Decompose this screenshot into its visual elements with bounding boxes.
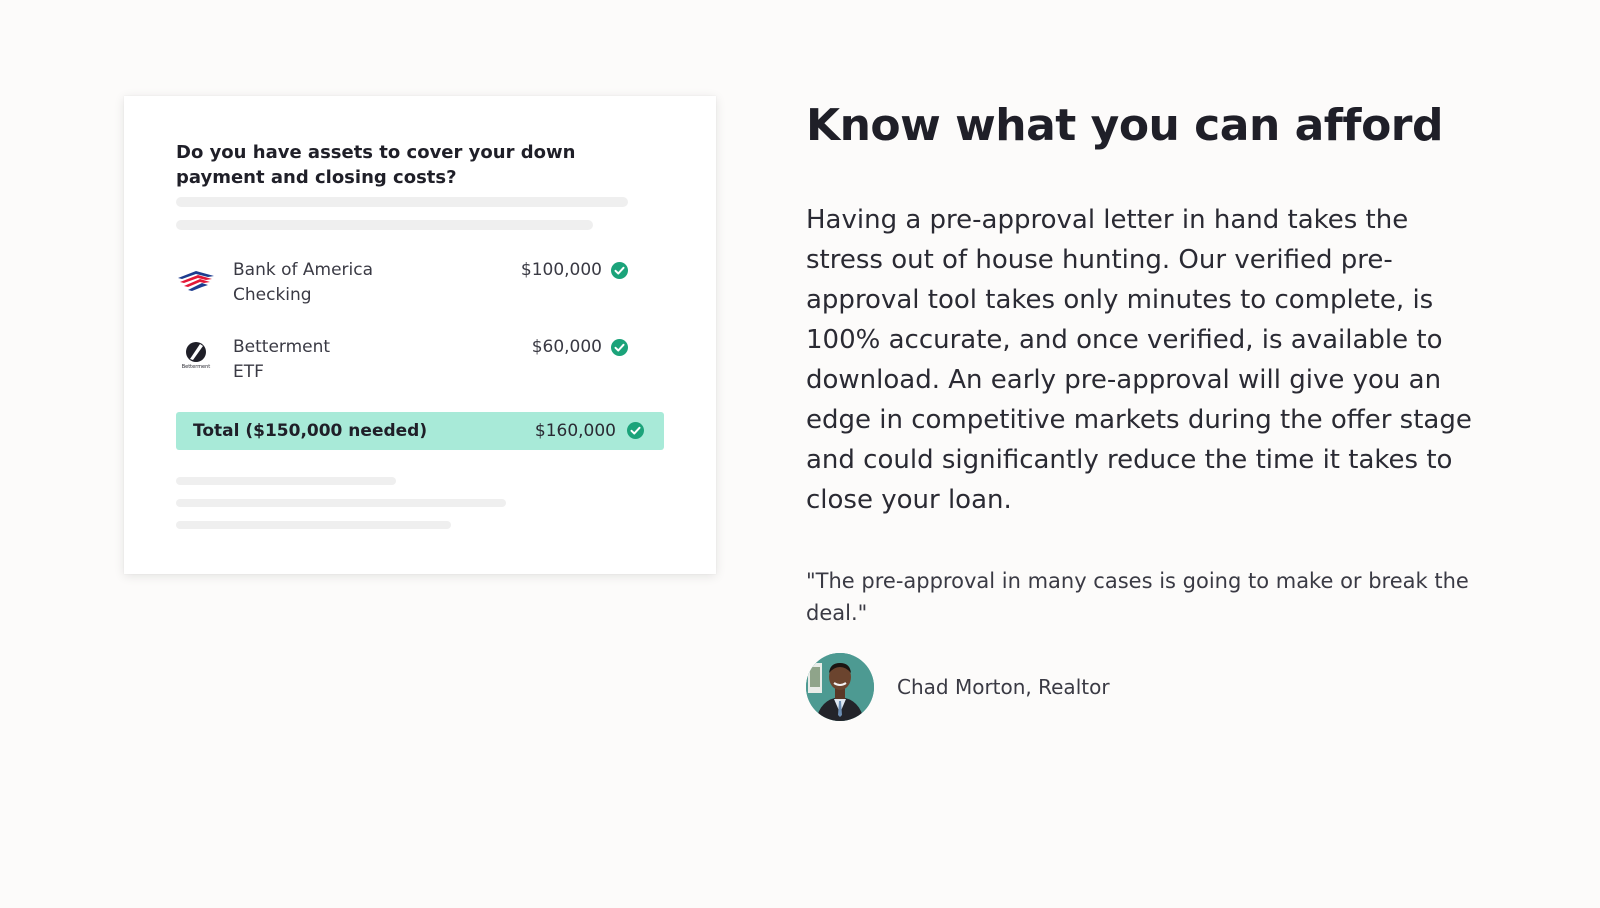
skeleton-line <box>176 521 451 529</box>
total-amount: $160,000 <box>534 421 616 441</box>
assets-card: Do you have assets to cover your down pa… <box>124 96 716 574</box>
asset-amount: $100,000 <box>520 260 602 280</box>
asset-name: Bank of America Checking <box>233 258 373 308</box>
assets-question: Do you have assets to cover your down pa… <box>176 142 576 188</box>
total-bar: Total ($150,000 needed) $160,000 <box>176 412 664 450</box>
betterment-logo-text: Betterment <box>181 364 211 370</box>
testimonial-quote: "The pre-approval in many cases is going… <box>806 569 1469 625</box>
asset-name-line2: ETF <box>233 362 264 382</box>
bank-of-america-logo <box>176 264 216 294</box>
asset-row-betterment: Betterment Betterment ETF $60,000 <box>176 331 646 391</box>
skeleton-line <box>176 220 593 230</box>
asset-name-line1: Bank of America <box>233 260 374 280</box>
page: Do you have assets to cover your down pa… <box>0 0 1600 908</box>
betterment-logo: Betterment <box>176 341 216 371</box>
asset-row-bank-of-america: Bank of America Checking $100,000 <box>176 254 646 314</box>
asset-amount: $60,000 <box>531 337 602 357</box>
section-heading: Know what you can afford <box>806 100 1444 151</box>
check-circle-icon <box>611 339 628 356</box>
asset-name-line1: Betterment <box>233 337 331 357</box>
check-circle-icon <box>627 422 644 439</box>
skeleton-line <box>176 499 506 507</box>
asset-name-line2: Checking <box>233 285 312 305</box>
skeleton-line <box>176 477 396 485</box>
avatar <box>806 653 874 721</box>
testimonial-author: Chad Morton, Realtor <box>897 675 1110 699</box>
asset-name: Betterment ETF <box>233 335 330 385</box>
skeleton-line <box>176 197 628 207</box>
total-label: Total ($150,000 needed) <box>193 421 428 441</box>
section-body: Having a pre-approval letter in hand tak… <box>806 205 1472 515</box>
check-circle-icon <box>611 262 628 279</box>
